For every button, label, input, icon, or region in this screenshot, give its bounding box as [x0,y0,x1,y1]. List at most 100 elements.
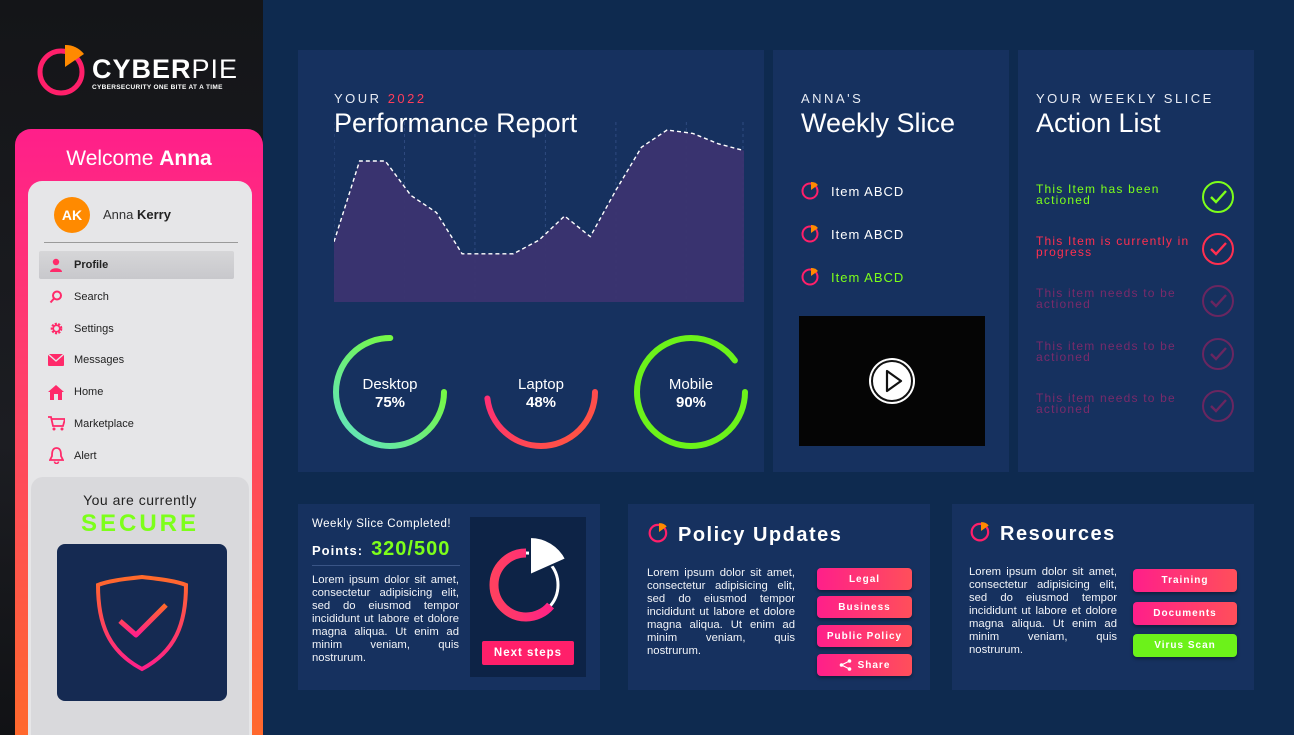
chart-area-fill [334,130,744,302]
check-circle-icon [1202,390,1234,422]
progress-tile: Next steps [470,517,586,677]
user-icon [47,256,65,274]
check-circle-icon [1202,285,1234,317]
gear-icon [47,320,65,338]
performance-panel: YOUR 2022 Performance Report Desktop 75% … [298,50,764,472]
donut-label: Laptop 48% [518,376,564,411]
donut-label: Desktop 75% [362,376,418,411]
weekly-slice-panel: ANNA'S Weekly Slice Item ABCD Item ABCD … [773,50,1009,472]
pie-slice-icon [801,266,821,289]
sidebar-item-profile[interactable]: Profile [39,251,234,279]
sidebar-item-label: Alert [74,449,97,462]
pie-progress-icon [489,535,568,622]
divider [312,565,460,566]
action-item-text: This Item has been actioned [1036,182,1160,207]
brand-tagline: CYBERSECURITY ONE BITE AT A TIME [92,84,223,91]
training-button[interactable]: Training [1133,569,1237,592]
panel-title: Weekly Slice [801,108,956,138]
slice-item-label: Item ABCD [831,270,905,285]
slice-list-item[interactable]: Item ABCD [801,180,904,203]
action-item-text: This item needs to be actioned [1036,286,1176,311]
action-item[interactable]: This Item has been actioned [1036,180,1236,216]
points-value: 320/500 [371,538,451,560]
documents-button[interactable]: Documents [1133,602,1237,625]
action-item[interactable]: This item needs to be actioned [1036,337,1236,373]
performance-area-chart [334,122,744,302]
sidebar-item-label: Search [74,290,109,303]
sidebar-item-label: Home [74,386,104,399]
share-button-label: Share [857,659,891,671]
sidebar-item-marketplace[interactable]: Marketplace [39,410,234,438]
policy-body: Lorem ipsum dolor sit amet, consectetur … [647,567,795,657]
points-heading: Weekly Slice Completed! [312,518,452,530]
legal-button[interactable]: Legal [817,568,912,590]
action-item[interactable]: This Item is currently in progress [1036,232,1236,268]
pie-slice-icon [801,223,821,246]
donut-label: Mobile 90% [668,376,714,411]
action-list-panel: YOUR WEEKLY SLICE Action List This Item … [1018,50,1254,472]
section-title: Policy Updates [648,521,842,549]
points-panel: Weekly Slice Completed! Points: 320/500 … [298,504,600,690]
resources-body: Lorem ipsum dolor sit amet, consectetur … [969,566,1117,656]
pie-logo-icon [37,44,85,96]
sidebar-item-label: Marketplace [74,417,134,430]
user-panel: AK Anna Kerry Profile Search Settings Me… [28,181,252,735]
security-status: You are currently SECURE [31,477,249,735]
business-button[interactable]: Business [817,596,912,618]
avatar[interactable]: AK [54,197,90,233]
slice-item-label: Item ABCD [831,184,905,199]
welcome-message: Welcome Anna [66,147,212,170]
bell-icon [47,447,65,465]
panel-eyebrow: YOUR 2022 [334,91,427,106]
share-button[interactable]: Share [817,654,912,676]
action-item[interactable]: This item needs to be actioned [1036,389,1236,425]
section-title-label: Policy Updates [678,523,843,546]
points-body: Lorem ipsum dolor sit amet, consectetur … [312,574,459,664]
sidebar-item-label: Profile [74,259,109,271]
panel-eyebrow: ANNA'S [801,91,864,106]
brand-logo[interactable]: CYBERPIE CYBERSECURITY ONE BITE AT A TIM… [36,40,246,100]
action-item-text: This item needs to be actioned [1036,339,1176,364]
cart-icon [47,415,65,433]
sidebar-nav: Profile Search Settings Messages Home Ma… [39,251,234,474]
panel-title: Action List [1036,108,1161,138]
section-title-label: Resources [1000,522,1116,545]
action-item-text: This Item is currently in progress [1036,234,1190,259]
action-item[interactable]: This item needs to be actioned [1036,284,1236,320]
public-policy-button[interactable]: Public Policy [817,625,912,647]
pie-slice-icon [648,521,670,549]
slice-list-item[interactable]: Item ABCD [801,223,904,246]
sidebar-item-search[interactable]: Search [39,283,234,311]
check-circle-icon [1202,233,1234,265]
share-icon [839,659,851,671]
pie-slice-icon [801,180,821,203]
shield-tile [57,544,227,701]
search-icon [47,288,65,306]
slice-list-item[interactable]: Item ABCD [801,266,904,289]
play-icon [871,360,913,402]
home-icon [47,383,65,401]
user-name: Anna Kerry [103,207,171,222]
slice-item-label: Item ABCD [831,227,905,242]
divider [44,242,238,243]
check-circle-icon [1202,181,1234,213]
points-label: Points: [312,543,364,558]
envelope-icon [47,351,65,369]
check-circle-icon [1202,338,1234,370]
sidebar-item-settings[interactable]: Settings [39,315,234,343]
status-caption: You are currently [83,492,197,508]
sidebar-item-label: Messages [74,354,125,367]
next-steps-button[interactable]: Next steps [482,641,574,665]
virus-scan-button[interactable]: Virus Scan [1133,634,1237,657]
section-title: Resources [970,520,1116,548]
shield-check-icon [95,574,189,671]
sidebar: CYBERPIE CYBERSECURITY ONE BITE AT A TIM… [0,0,263,735]
sidebar-item-messages[interactable]: Messages [39,346,234,374]
sidebar-item-alert[interactable]: Alert [39,442,234,470]
status-value: SECURE [80,510,200,537]
play-button[interactable] [869,358,915,404]
panel-eyebrow: YOUR WEEKLY SLICE [1036,91,1214,106]
video-player[interactable] [799,316,985,446]
brand-name: CYBERPIE [92,54,239,84]
sidebar-item-home[interactable]: Home [39,378,234,406]
